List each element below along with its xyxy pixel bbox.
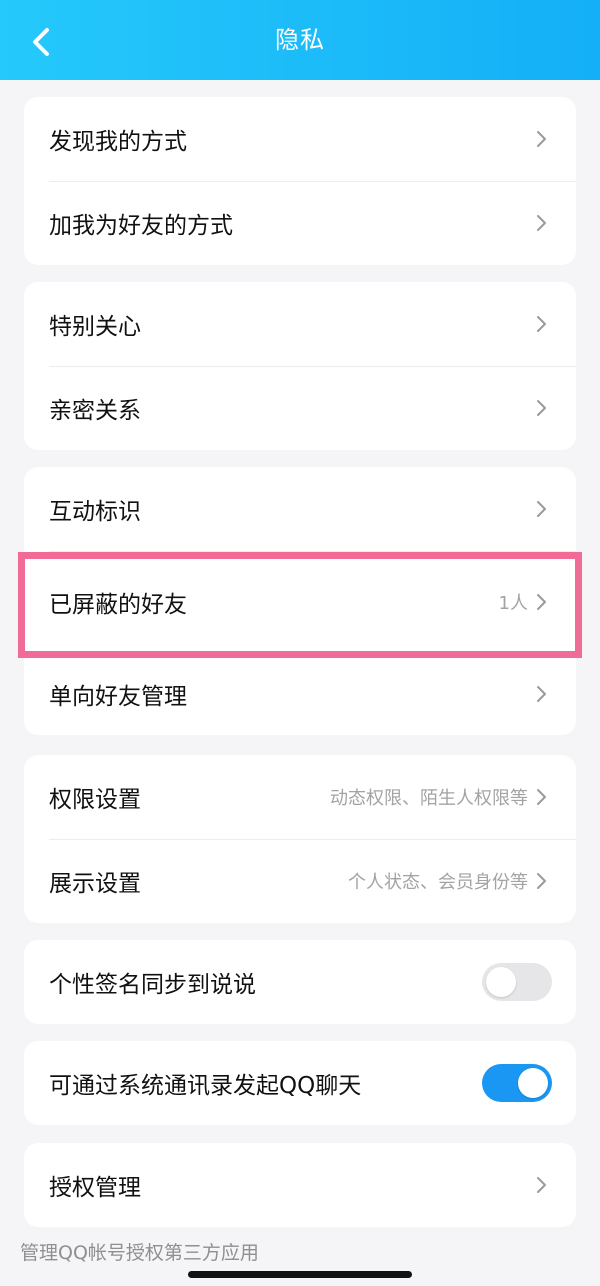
chevron-right-icon xyxy=(537,501,546,517)
card-contacts-chat: 可通过系统通讯录发起QQ聊天 xyxy=(24,1041,576,1125)
chevron-right-icon xyxy=(537,686,546,702)
row-one-way-friends[interactable]: 单向好友管理 xyxy=(24,653,576,735)
row-label: 已屏蔽的好友 xyxy=(49,592,187,618)
chevron-right-icon xyxy=(537,789,546,805)
row-contacts-chat: 可通过系统通讯录发起QQ聊天 xyxy=(24,1041,576,1125)
row-label: 发现我的方式 xyxy=(49,129,187,155)
row-label: 互动标识 xyxy=(49,499,141,525)
blocked-count: 1人 xyxy=(498,593,528,614)
row-label: 个性签名同步到说说 xyxy=(49,972,256,998)
row-label: 展示设置 xyxy=(49,871,141,897)
card-friends: 互动标识 已屏蔽的好友 1人 单向好友管理 xyxy=(24,467,576,735)
row-value: 动态权限、陌生人权限等 xyxy=(330,788,528,809)
chevron-right-icon xyxy=(537,316,546,332)
row-intimate-relations[interactable]: 亲密关系 xyxy=(24,366,576,450)
toggle-knob xyxy=(518,1068,548,1098)
chevron-right-icon xyxy=(537,131,546,147)
row-add-friend-method[interactable]: 加我为好友的方式 xyxy=(24,181,576,265)
auth-footnote: 管理QQ帐号授权第三方应用 xyxy=(20,1242,259,1264)
row-label: 授权管理 xyxy=(49,1175,141,1201)
row-discover-me[interactable]: 发现我的方式 xyxy=(24,97,576,181)
signature-sync-toggle[interactable] xyxy=(482,963,552,1001)
chevron-right-icon xyxy=(537,873,546,889)
chevron-right-icon xyxy=(537,215,546,231)
row-label: 可通过系统通讯录发起QQ聊天 xyxy=(49,1073,362,1099)
chevron-left-icon xyxy=(33,28,49,56)
row-value: 个人状态、会员身份等 xyxy=(348,872,528,893)
card-discover: 发现我的方式 加我为好友的方式 xyxy=(24,97,576,265)
toggle-knob xyxy=(486,967,516,997)
row-display-settings[interactable]: 展示设置 个人状态、会员身份等 xyxy=(24,839,576,923)
row-label: 亲密关系 xyxy=(49,398,141,424)
card-auth: 授权管理 xyxy=(24,1143,576,1227)
card-relations: 特别关心 亲密关系 xyxy=(24,282,576,450)
row-label: 权限设置 xyxy=(49,787,141,813)
row-interaction-badge[interactable]: 互动标识 xyxy=(24,467,576,551)
row-label: 加我为好友的方式 xyxy=(49,213,233,239)
row-signature-sync: 个性签名同步到说说 xyxy=(24,940,576,1024)
chevron-right-icon xyxy=(537,400,546,416)
page-title: 隐私 xyxy=(275,26,325,54)
row-blocked-friends[interactable]: 已屏蔽的好友 1人 xyxy=(24,551,576,653)
nav-header: 隐私 xyxy=(0,0,600,80)
row-auth-management[interactable]: 授权管理 xyxy=(24,1143,576,1227)
home-indicator[interactable] xyxy=(188,1271,412,1278)
row-label: 特别关心 xyxy=(49,314,141,340)
contacts-chat-toggle[interactable] xyxy=(482,1064,552,1102)
row-permission-settings[interactable]: 权限设置 动态权限、陌生人权限等 xyxy=(24,755,576,839)
card-settings: 权限设置 动态权限、陌生人权限等 展示设置 个人状态、会员身份等 xyxy=(24,755,576,923)
row-label: 单向好友管理 xyxy=(49,684,187,710)
chevron-right-icon xyxy=(537,594,546,610)
back-button[interactable] xyxy=(22,22,62,62)
chevron-right-icon xyxy=(537,1177,546,1193)
row-special-care[interactable]: 特别关心 xyxy=(24,282,576,366)
card-signature-sync: 个性签名同步到说说 xyxy=(24,940,576,1024)
